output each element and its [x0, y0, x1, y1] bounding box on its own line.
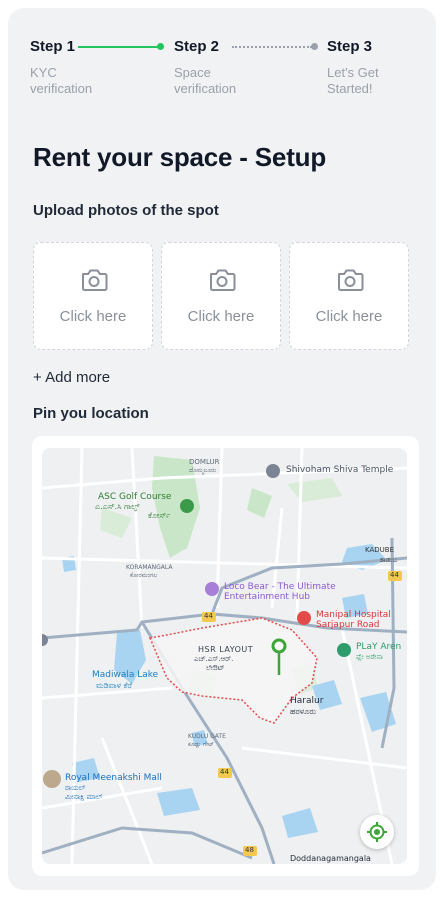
upload-tile-text: Click here	[59, 308, 127, 325]
upload-tile-1[interactable]: Click here	[33, 242, 153, 350]
upload-label: Upload photos of the spot	[33, 202, 219, 219]
map-label-manipal: Manipal Hospital	[316, 610, 391, 620]
step-connector-1	[78, 46, 158, 48]
step-2-subtitle: Space verification	[174, 65, 237, 96]
temple-icon	[266, 464, 280, 478]
my-location-button[interactable]	[360, 815, 394, 849]
map-label-doddanagamangala: Doddanagamangala	[290, 854, 371, 863]
camera-icon	[338, 269, 364, 291]
map-label-haralur: Haralur	[290, 696, 324, 706]
map-label-loco-bear-2: Entertainment Hub	[224, 592, 310, 602]
map-label-haralur-kn: ಹರಳೂರು	[290, 707, 316, 716]
map-label-domlur-kn: ದೊಮ್ಮಲೂರು	[189, 467, 217, 474]
step-3-title: Step 3	[327, 38, 373, 55]
map-label-play-arena: PLaY Aren	[356, 642, 402, 652]
map-label-kudlu-kn: ಕೂಡ್ಲು ಗೇಟ್	[188, 741, 214, 748]
location-map[interactable]: 44 44 44 48 DOMLUR ದೊಮ್ಮಲೂರು Shivoham Sh…	[42, 448, 407, 864]
location-label: Pin you location	[33, 405, 149, 422]
map-label-domlur: DOMLUR	[189, 458, 220, 466]
add-more-button[interactable]: + Add more	[33, 369, 110, 386]
lake	[157, 788, 200, 816]
park-area	[287, 478, 342, 502]
page-title: Rent your space - Setup	[33, 142, 327, 172]
park-area	[247, 488, 272, 518]
golf-course-icon	[180, 499, 194, 513]
map-label-shivoham: Shivoham Shiva Temple	[286, 465, 394, 475]
map-label-hsr-kn: ಎಚ್.ಎಸ್.ಆರ್.	[194, 655, 234, 663]
map-card: 44 44 44 48 DOMLUR ದೊಮ್ಮಲೂರು Shivoham Sh…	[32, 436, 419, 876]
stepper: Step 1 Step 2 Step 3 KYC verification Sp…	[30, 38, 420, 108]
map-label-asc-golf-kn2: ಕೋರ್ಸ್	[148, 511, 171, 520]
map-label-loco-bear: Loco Bear - The Ultimate	[224, 582, 336, 592]
road-number: 44	[390, 571, 399, 579]
camera-icon	[210, 269, 236, 291]
map-label-meenakshi-kn2: ಮೀನಾಕ್ಷಿ ಮಾಲ್	[65, 793, 103, 801]
step-1-subtitle: KYC verification	[30, 65, 93, 96]
step-dot-2	[311, 43, 318, 50]
crosshair-icon	[367, 822, 387, 842]
lake	[282, 808, 318, 838]
entertainment-icon	[205, 582, 219, 596]
camera-icon	[82, 269, 108, 291]
map-label-hsr: HSR LAYOUT	[198, 645, 254, 654]
upload-tile-text: Click here	[187, 308, 255, 325]
map-label-koramangala-kn: ಕೋರಮಂಗಲ	[130, 572, 158, 579]
road-number: 48	[245, 846, 254, 854]
road-number: 44	[220, 768, 229, 776]
step-connector-2	[232, 46, 312, 48]
upload-tile-2[interactable]: Click here	[161, 242, 281, 350]
map-poi-icon	[42, 634, 48, 646]
upload-tile-text: Click here	[315, 308, 383, 325]
hospital-icon	[297, 611, 311, 625]
map-label-asc-golf: ASC Golf Course	[98, 492, 172, 502]
map-label-hsr-kn2: ಲೇಔಟ್	[206, 664, 225, 672]
map-label-asc-golf-kn: ಎ.ಎಸ್.ಸಿ ಗಾಲ್ಫ್	[95, 502, 140, 511]
step-3-subtitle: Let's Get Started!	[327, 65, 379, 96]
map-label-meenakshi-kn: ರಾಯಲ್	[65, 784, 86, 792]
setup-card: Step 1 Step 2 Step 3 KYC verification Sp…	[8, 8, 436, 890]
map-label-madiwala: Madiwala Lake	[92, 670, 159, 680]
park-area	[100, 508, 132, 538]
step-2-title: Step 2	[174, 38, 220, 55]
step-dot-1	[157, 43, 164, 50]
map-label-manipal-2: Sarjapur Road	[316, 620, 380, 630]
map-label-play-arena-kn: ಪ್ಲೇ ಅರೇನಾ	[356, 653, 383, 661]
step-1-title: Step 1	[30, 38, 76, 55]
upload-tiles: Click here Click here Click here	[33, 242, 418, 350]
map-label-kudlu: KUDLU GATE	[188, 733, 226, 740]
map-label-kadube-kn: ಕಾಡುಬ	[380, 556, 398, 564]
map-label-kadube: KADUBE	[365, 546, 394, 554]
play-arena-icon	[337, 643, 351, 657]
map-label-koramangala: KORAMANGALA	[126, 564, 173, 571]
map-label-madiwala-kn: ಮಡಿವಾಳ ಕೆರೆ	[96, 681, 132, 690]
road-number: 44	[204, 612, 213, 620]
upload-tile-3[interactable]: Click here	[289, 242, 409, 350]
map-label-meenakshi: Royal Meenakshi Mall	[65, 773, 162, 783]
mall-photo-icon	[43, 770, 61, 788]
